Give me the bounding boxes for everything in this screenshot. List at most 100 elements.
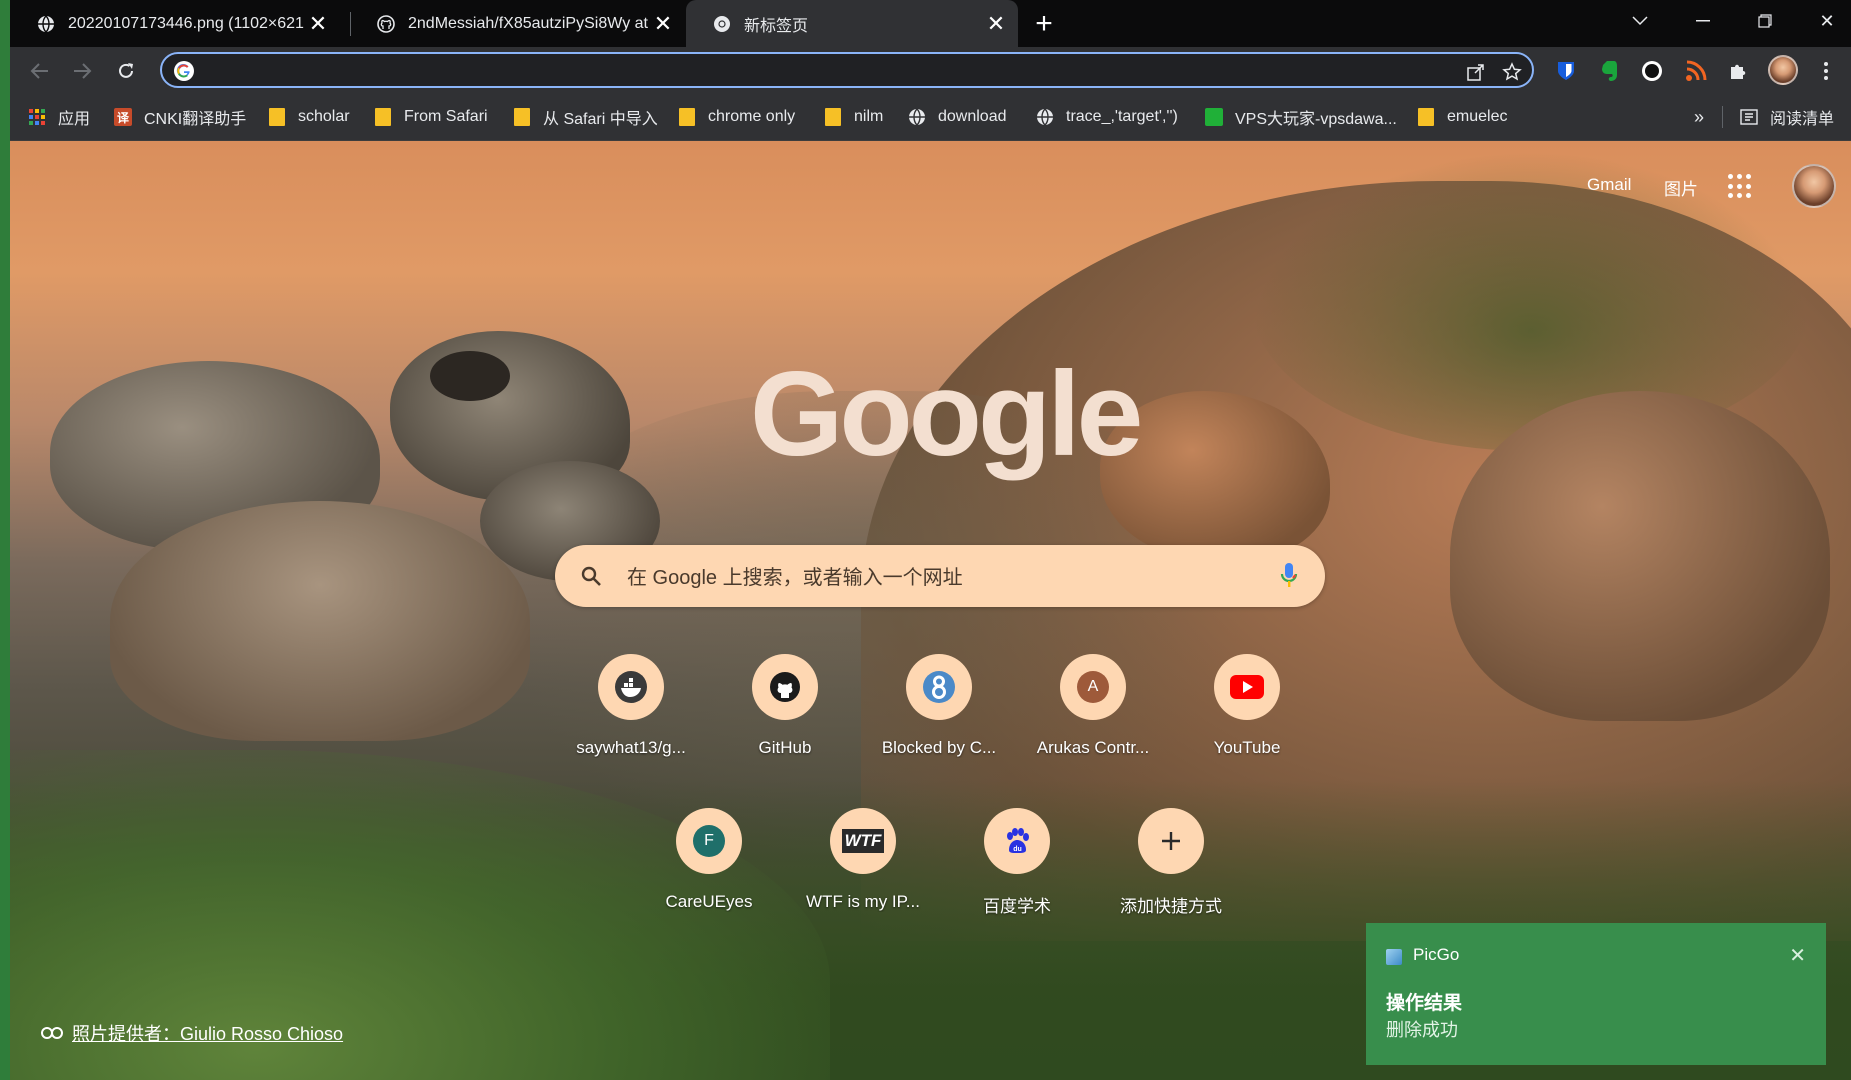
tab-github[interactable]: 2ndMessiah/fX85autziPySi8Wy at ✕: [350, 0, 685, 47]
more-menu-icon[interactable]: [1810, 55, 1842, 87]
tab-image[interactable]: 20220107173446.png (1102×621 ✕: [10, 0, 340, 47]
bookmark-cnki[interactable]: 译 CNKI翻译助手: [114, 105, 246, 129]
shortcut-tile[interactable]: A Arukas Contr...: [1028, 654, 1158, 772]
profile-avatar[interactable]: [1768, 55, 1798, 85]
ntp-search-box[interactable]: 在 Google 上搜索，或者输入一个网址: [555, 545, 1325, 607]
tab-search-chevron-icon[interactable]: [1609, 0, 1671, 42]
bookmark-apps[interactable]: 应用: [28, 105, 90, 129]
bookmark-label: 应用: [58, 111, 91, 128]
notification-app-name: PicGo: [1413, 945, 1460, 964]
browser-window: 20220107173446.png (1102×621 ✕ 2ndMessia…: [10, 0, 1851, 1080]
google-apps-icon[interactable]: [1728, 174, 1754, 200]
youtube-icon: [1214, 654, 1280, 720]
apps-grid-icon: [28, 108, 46, 126]
bookmark-star-icon[interactable]: [1500, 60, 1524, 84]
microphone-icon[interactable]: [1279, 561, 1299, 591]
bookmarks-bar: 应用 译 CNKI翻译助手 scholar From Safari 从 Safa…: [10, 95, 1851, 141]
photo-credit-text: 照片提供者：Giulio Rosso Chioso: [72, 1024, 344, 1044]
shortcut-label: 百度学术: [983, 897, 1051, 916]
bookmark-from-safari[interactable]: From Safari: [374, 105, 488, 129]
shortcut-label: Blocked by C...: [881, 738, 997, 757]
baidu-paw-icon: du: [984, 808, 1050, 874]
bookmarks-overflow-button[interactable]: »: [1694, 105, 1704, 129]
share-icon[interactable]: [1464, 60, 1488, 84]
folder-icon: [678, 108, 696, 126]
bookmark-label: chrome only: [708, 108, 796, 125]
notification-title: 操作结果: [1386, 993, 1463, 1014]
address-bar[interactable]: [160, 52, 1534, 88]
puzzle-icon[interactable]: [1722, 55, 1754, 87]
picgo-notification[interactable]: PicGo ✕ 操作结果 删除成功: [1366, 923, 1826, 1065]
background-vegetation: [1251, 151, 1811, 451]
bitwarden-icon[interactable]: [1550, 55, 1582, 87]
account-avatar[interactable]: [1792, 164, 1836, 208]
taskbar-edge: [0, 0, 10, 1080]
back-arrow-icon[interactable]: [24, 55, 56, 87]
bookmark-label: nilm: [854, 108, 884, 125]
forward-arrow-icon[interactable]: [66, 55, 98, 87]
bookmark-label: From Safari: [404, 108, 488, 125]
bookmark-vps[interactable]: VPS大玩家-vpsdawa...: [1205, 105, 1397, 129]
blocked-8-icon: [906, 654, 972, 720]
bookmark-scholar[interactable]: scholar: [268, 105, 350, 129]
search-icon: [579, 564, 603, 588]
gmail-link[interactable]: Gmail: [1587, 175, 1631, 199]
folder-icon: [824, 108, 842, 126]
rss-icon[interactable]: [1680, 55, 1712, 87]
reading-list-button[interactable]: 阅读清单: [1740, 105, 1834, 129]
chrome-icon: [712, 14, 732, 34]
images-link[interactable]: 图片: [1664, 175, 1698, 199]
bookmark-divider: [1722, 106, 1723, 128]
globe-icon: [36, 14, 56, 34]
add-shortcut-tile[interactable]: 添加快捷方式: [1106, 808, 1236, 926]
shortcut-tile[interactable]: Blocked by C...: [874, 654, 1004, 772]
letter-f-badge: F: [693, 825, 725, 857]
cnki-icon: 译: [114, 108, 132, 126]
evernote-icon[interactable]: [1593, 55, 1625, 87]
photo-credit-link[interactable]: 照片提供者：Giulio Rosso Chioso: [40, 1021, 343, 1045]
folder-icon: [513, 108, 531, 126]
bookmark-trace[interactable]: trace_,'target',''): [1036, 105, 1178, 129]
bookmark-label: download: [938, 108, 1007, 125]
close-window-icon[interactable]: ✕: [1796, 0, 1851, 42]
picgo-app-icon: [1386, 949, 1402, 965]
shortcut-tile[interactable]: saywhat13/g...: [566, 654, 696, 772]
tab-new-tab[interactable]: 新标签页 ✕: [686, 0, 1018, 47]
bookmark-download[interactable]: download: [908, 105, 1007, 129]
shortcut-label: saywhat13/g...: [576, 738, 686, 757]
minimize-icon[interactable]: [1672, 0, 1734, 42]
tab-title: 20220107173446.png (1102×621: [68, 14, 304, 32]
reload-icon[interactable]: [110, 55, 142, 87]
bookmark-safari-import[interactable]: 从 Safari 中导入: [513, 105, 658, 129]
bookmark-label: trace_,'target',''): [1066, 108, 1178, 125]
shortcut-label: WTF is my IP...: [806, 892, 920, 911]
bookmark-label: scholar: [298, 108, 350, 125]
bookmark-label: 从 Safari 中导入: [543, 111, 658, 128]
close-icon[interactable]: ✕: [982, 10, 1010, 38]
address-input[interactable]: [202, 58, 1406, 86]
close-icon[interactable]: ✕: [1789, 943, 1806, 968]
close-icon[interactable]: ✕: [304, 10, 332, 38]
restore-icon[interactable]: [1734, 0, 1796, 42]
shortcut-tile[interactable]: WTF WTF is my IP...: [798, 808, 928, 926]
tab-title: 新标签页: [744, 17, 809, 35]
shortcut-label: Arukas Contr...: [1036, 738, 1150, 757]
shortcut-label: YouTube: [1213, 738, 1281, 757]
shortcut-tile[interactable]: du 百度学术: [952, 808, 1082, 926]
browser-toolbar: [10, 47, 1851, 95]
github-icon: [752, 654, 818, 720]
circle-extension-icon[interactable]: [1636, 55, 1668, 87]
globe-icon: [908, 108, 926, 126]
plus-icon: [1138, 808, 1204, 874]
shortcut-label: 添加快捷方式: [1120, 897, 1222, 916]
close-icon[interactable]: ✕: [649, 10, 677, 38]
bookmark-chrome-only[interactable]: chrome only: [678, 105, 795, 129]
shortcut-tile[interactable]: GitHub: [720, 654, 850, 772]
bookmark-emuelec[interactable]: emuelec: [1417, 105, 1507, 129]
shortcut-tile[interactable]: F CareUEyes: [644, 808, 774, 926]
new-tab-button[interactable]: +: [1028, 7, 1060, 40]
shortcut-tile[interactable]: YouTube: [1182, 654, 1312, 772]
bookmark-nilm[interactable]: nilm: [824, 105, 883, 129]
tab-title: 2ndMessiah/fX85autziPySi8Wy at: [408, 14, 648, 32]
github-icon: [376, 14, 396, 34]
